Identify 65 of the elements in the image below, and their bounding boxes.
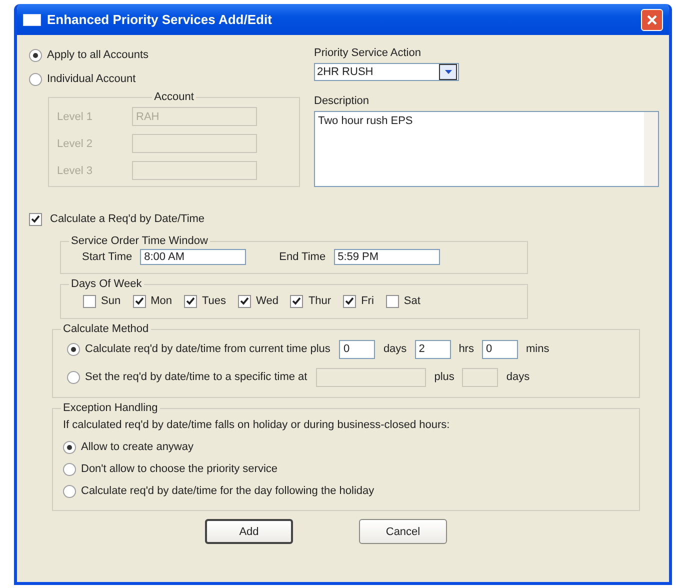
window-icon (23, 14, 41, 26)
input-field[interactable]: 5:59 PM (334, 249, 440, 265)
checkbox-label: Fri (361, 295, 374, 307)
input-field[interactable]: 2 (414, 340, 451, 358)
checkbox-label: Sun (101, 295, 121, 307)
checkbox-label: Tues (202, 295, 226, 307)
scroll-bar[interactable] (644, 112, 658, 186)
dropdown-arrow-icon (444, 70, 452, 74)
radio-label: Calculate req'd by date/time from current time plus (85, 343, 330, 355)
instruction-text: If calculated req'd by date/time falls on holiday or during business-closed hours: (62, 418, 451, 433)
checkbox-label: Sat (404, 295, 420, 307)
field-label: Priority Service Action (314, 47, 422, 61)
checkbox-label: Calculate a Req'd by Date/Time (50, 213, 205, 225)
input-field[interactable]: 0 (339, 340, 376, 358)
input-field[interactable] (132, 161, 257, 180)
field-label: Level 1 (57, 110, 94, 122)
group-title: Days Of Week (71, 278, 142, 290)
checkbox[interactable] (343, 294, 356, 308)
radio-label: Allow to create anyway (81, 441, 194, 453)
radio-button[interactable] (63, 484, 76, 498)
radio-label: Apply to all Accounts (47, 49, 149, 61)
checkbox[interactable] (132, 294, 146, 308)
radio-label: Individual Account (47, 73, 136, 85)
input-field[interactable]: 0 (482, 340, 518, 358)
group-title: Exception Handling (63, 402, 158, 414)
add-button[interactable]: Add (205, 519, 293, 544)
dropdown[interactable]: 2HR RUSH (314, 63, 459, 81)
close-button[interactable] (641, 8, 663, 30)
unit-label: days (383, 343, 407, 355)
radio-button[interactable] (67, 370, 80, 384)
checkbox-label: Thur (308, 295, 332, 307)
close-icon (646, 14, 658, 26)
checkbox[interactable] (184, 294, 197, 308)
radio-label: Set the req'd by date/time to a specific time at (85, 371, 308, 383)
radio-label: Don't allow to choose the priority service (81, 463, 278, 475)
checkbox[interactable] (238, 294, 252, 308)
unit-label: plus (434, 371, 454, 383)
unit-label: hrs (458, 343, 474, 355)
unit-label: mins (526, 343, 550, 355)
checkbox[interactable] (83, 294, 96, 308)
window-title: Enhanced Priority Services Add/Edit (47, 12, 273, 27)
checkbox-label: Mon (150, 295, 172, 307)
radio-button[interactable] (67, 342, 80, 356)
checkbox[interactable] (386, 294, 399, 308)
radio-button[interactable] (63, 462, 76, 476)
checkbox[interactable] (290, 294, 304, 308)
field-label: End Time (279, 251, 326, 263)
group-title: Calculate Method (63, 323, 149, 335)
input-field[interactable] (132, 134, 257, 153)
field-label: Description (314, 95, 370, 109)
group-title: Account (154, 91, 194, 103)
unit-label: days (506, 371, 530, 383)
field-label: Level 2 (57, 138, 94, 150)
radio-button[interactable] (29, 72, 42, 86)
checkbox[interactable] (29, 212, 42, 226)
radio-label: Calculate req'd by date/time for the day following the holiday (81, 485, 374, 497)
radio-button[interactable] (63, 440, 76, 454)
field-label: Level 3 (57, 164, 94, 176)
input-field[interactable]: 8:00 AM (140, 249, 246, 265)
checkbox-label: Wed (256, 295, 278, 307)
field-label: Start Time (82, 251, 132, 263)
radio-button[interactable] (29, 48, 42, 62)
description-field[interactable]: Two hour rush EPS (314, 111, 659, 187)
cancel-button[interactable]: Cancel (359, 519, 447, 544)
group-title: Service Order Time Window (71, 235, 208, 247)
